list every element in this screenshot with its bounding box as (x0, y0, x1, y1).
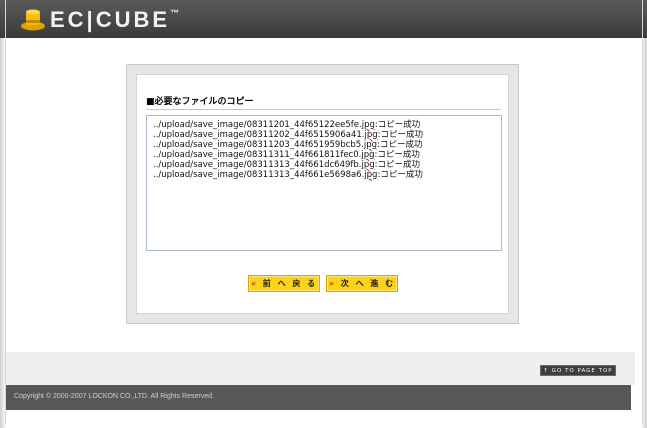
file-path: ../upload/save_image/08311313_44f661dc64… (153, 160, 362, 170)
file-extension: jpg (364, 170, 378, 180)
file-path: ../upload/save_image/08311202_44f6515906… (153, 130, 365, 140)
copy-status: :コピー成功 (374, 150, 420, 160)
file-extension: jpg (364, 130, 378, 140)
file-extension: jpg (361, 160, 375, 170)
copyright-text: Copyright © 2000-2007 LOCKON CO.,LTD. Al… (14, 393, 214, 400)
file-extension: jpg (363, 140, 378, 150)
copyright-bar: Copyright © 2000-2007 LOCKON CO.,LTD. Al… (6, 385, 631, 410)
result-line: ../upload/save_image/08311203_44f651959b… (153, 140, 495, 150)
right-frame-shadow (641, 38, 647, 428)
main-panel: ■必要なファイルのコピー ../upload/save_image/083112… (126, 64, 519, 324)
logo-hat-icon (21, 9, 45, 31)
header-bar: EC|CUBE™ (0, 0, 647, 38)
copy-status: :コピー成功 (374, 120, 421, 130)
next-button[interactable]: » 次 へ 進 む (326, 275, 398, 292)
file-path: ../upload/save_image/08311201_44f65122ee… (153, 120, 362, 130)
section-title: ■必要なファイルのコピー (146, 97, 254, 107)
result-line: ../upload/save_image/08311311_44f661811f… (153, 150, 495, 160)
result-line: ../upload/save_image/08311313_44f661e569… (153, 170, 495, 180)
back-arrow-icon: « (250, 279, 258, 288)
back-button-label: 前 へ 戻 る (262, 279, 318, 288)
file-path: ../upload/save_image/08311311_44f661811f… (153, 150, 362, 160)
result-line: ../upload/save_image/08311202_44f6515906… (153, 130, 495, 140)
next-button-label: 次 へ 進 む (340, 279, 396, 288)
copy-status: :コピー成功 (377, 170, 423, 180)
copy-status: :コピー成功 (374, 160, 421, 170)
copy-status: :コピー成功 (377, 140, 423, 150)
result-lines: ../upload/save_image/08311201_44f65122ee… (153, 120, 495, 180)
result-line: ../upload/save_image/08311201_44f65122ee… (153, 120, 495, 130)
next-arrow-icon: » (328, 279, 336, 288)
content-card: ■必要なファイルのコピー ../upload/save_image/083112… (136, 74, 509, 314)
copy-result-textarea[interactable]: ../upload/save_image/08311201_44f65122ee… (146, 115, 502, 251)
result-line: ../upload/save_image/08311313_44f661dc64… (153, 160, 495, 170)
file-extension: jpg (361, 150, 375, 160)
file-path: ../upload/save_image/08311203_44f651959b… (153, 140, 364, 150)
file-path: ../upload/save_image/08311313_44f661e569… (153, 170, 365, 180)
go-to-page-top-button[interactable]: ↑ GO TO PAGE TOP (540, 365, 616, 376)
copy-status: :コピー成功 (377, 130, 424, 140)
back-button[interactable]: « 前 へ 戻 る (248, 275, 320, 292)
section-divider (146, 109, 501, 110)
logo-text: EC|CUBE™ (50, 7, 180, 32)
file-extension: jpg (361, 120, 375, 130)
